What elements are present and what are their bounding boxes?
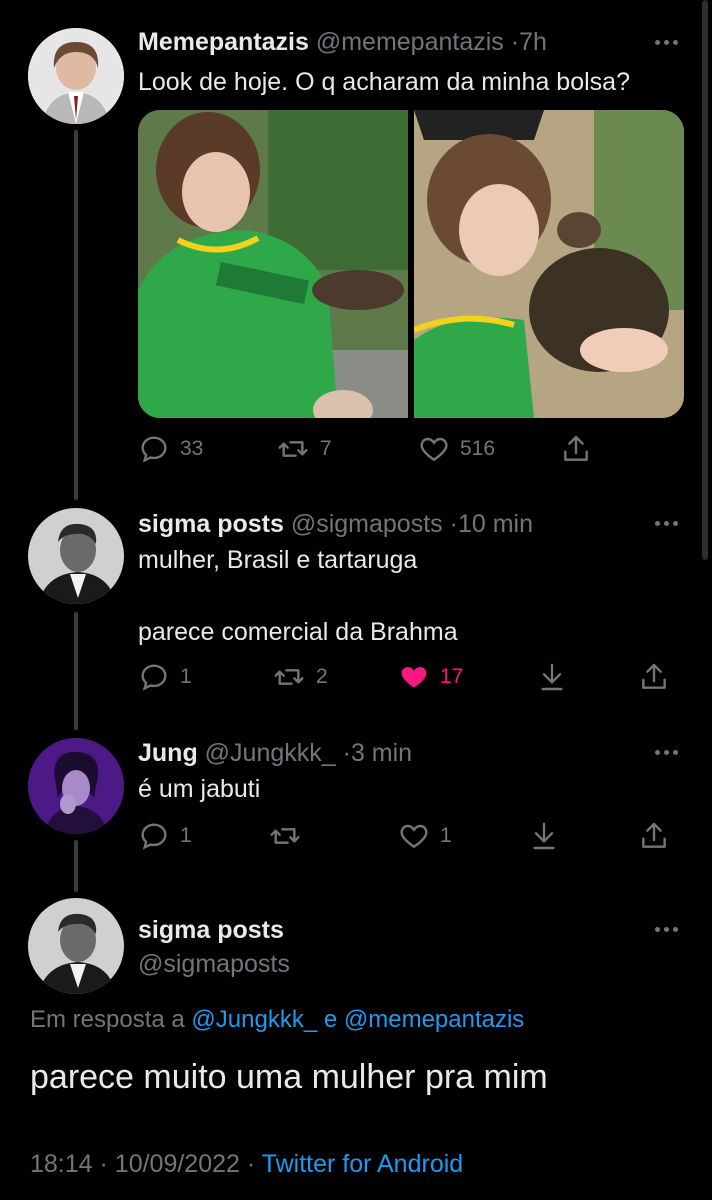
author-handle[interactable]: @sigmaposts [291, 510, 443, 538]
author-name[interactable]: Memepantazis [138, 28, 309, 56]
author-name[interactable]: sigma posts [138, 916, 284, 944]
separator: · [99, 1150, 108, 1178]
avatar[interactable] [28, 508, 124, 604]
share-button[interactable] [638, 820, 670, 852]
author-handle[interactable]: @sigmaposts [138, 950, 290, 978]
tweet-time[interactable]: 10 min [458, 510, 533, 538]
share-button[interactable] [638, 661, 670, 693]
main-tweet-text: parece muito uma mulher pra mim [30, 1058, 548, 1096]
reply-button[interactable]: 33 [138, 433, 203, 465]
tweet-text-line: mulher, Brasil e tartaruga [138, 546, 418, 574]
share-icon [564, 435, 588, 461]
thread-line [74, 612, 78, 730]
avatar[interactable] [28, 898, 124, 994]
reply-count: 1 [180, 665, 192, 688]
download-icon [533, 822, 555, 850]
avatar[interactable] [28, 738, 124, 834]
reply-prefix: Em resposta a [30, 1006, 185, 1033]
separator: · [449, 510, 458, 538]
reply-count: 33 [180, 437, 204, 460]
reply-icon [141, 664, 167, 691]
reply-icon [141, 436, 167, 463]
reply-button[interactable]: 1 [138, 820, 192, 852]
heart-icon [400, 824, 428, 849]
retweet-count: 7 [320, 437, 332, 460]
like-button[interactable]: 1 [398, 820, 452, 852]
author-name[interactable]: Jung [138, 739, 198, 767]
tweet-time[interactable]: 3 min [351, 739, 412, 767]
retweet-button[interactable]: 2 [272, 661, 328, 693]
photo-girl-holding-turtle[interactable] [414, 110, 684, 418]
retweet-icon [274, 669, 304, 685]
tweet-header: Jung @Jungkkk_ ·3 min [138, 739, 412, 768]
reply-button[interactable]: 1 [138, 661, 192, 693]
like-count: 1 [440, 824, 452, 847]
share-icon [642, 663, 666, 689]
thread-line [74, 130, 78, 500]
tweet-metadata: 18:14 · 10/09/2022 · Twitter for Android [30, 1150, 463, 1179]
author-handle[interactable]: @Jungkkk_ [205, 739, 336, 767]
main-author-name[interactable]: sigma posts [138, 916, 284, 945]
download-icon [541, 663, 563, 691]
heart-filled-icon [401, 667, 427, 688]
tweet-text: Look de hoje. O q acharam da minha bolsa… [138, 68, 630, 96]
download-button[interactable] [528, 820, 560, 852]
avatar[interactable] [28, 28, 124, 124]
reply-icon [141, 823, 167, 850]
replying-to: Em resposta a @Jungkkk_ e @memepantazis [30, 1006, 524, 1034]
retweet-count: 2 [316, 665, 328, 688]
mention-link[interactable]: @Jungkkk_ [191, 1006, 317, 1033]
like-button[interactable]: 516 [418, 433, 495, 465]
separator: · [510, 28, 520, 56]
more-options-icon[interactable] [655, 927, 678, 932]
author-name[interactable]: sigma posts [138, 510, 284, 538]
tweet-time[interactable]: 18:14 [30, 1150, 93, 1178]
tweet-text: é um jabuti [138, 775, 261, 803]
tweet-header: sigma posts @sigmaposts ·10 min [138, 510, 533, 539]
tweet-media[interactable] [138, 110, 684, 418]
thread-line [74, 840, 78, 892]
share-button[interactable] [560, 433, 592, 465]
more-options-icon[interactable] [655, 40, 678, 45]
separator: · [342, 739, 351, 767]
reply-count: 1 [180, 824, 192, 847]
author-handle[interactable]: @memepantazis [316, 28, 504, 56]
tweet-header: Memepantazis @memepantazis ·7h [138, 28, 547, 57]
main-author-handle[interactable]: @sigmaposts [138, 950, 290, 979]
source-app-link[interactable]: Twitter for Android [262, 1150, 463, 1178]
retweet-button[interactable] [268, 820, 312, 852]
more-options-icon[interactable] [655, 521, 678, 526]
like-count: 516 [460, 437, 496, 460]
separator: · [246, 1150, 256, 1178]
download-button[interactable] [536, 661, 568, 693]
mention-link[interactable]: @memepantazis [344, 1006, 524, 1033]
more-options-icon[interactable] [655, 750, 678, 755]
share-icon [642, 822, 666, 848]
tweet-time[interactable]: 7h [519, 28, 547, 56]
heart-icon [420, 437, 448, 462]
photo-girl-tongue-turtle[interactable] [138, 110, 408, 418]
tweet-text-line: parece comercial da Brahma [138, 618, 458, 646]
like-button[interactable]: 17 [398, 661, 463, 693]
scrollbar[interactable] [702, 0, 708, 560]
tweet-date[interactable]: 10/09/2022 [115, 1150, 240, 1178]
mention-link: e [323, 1006, 338, 1033]
retweet-button[interactable]: 7 [276, 433, 332, 465]
retweet-icon [278, 441, 308, 457]
like-count: 17 [440, 665, 464, 688]
retweet-icon [270, 828, 300, 844]
